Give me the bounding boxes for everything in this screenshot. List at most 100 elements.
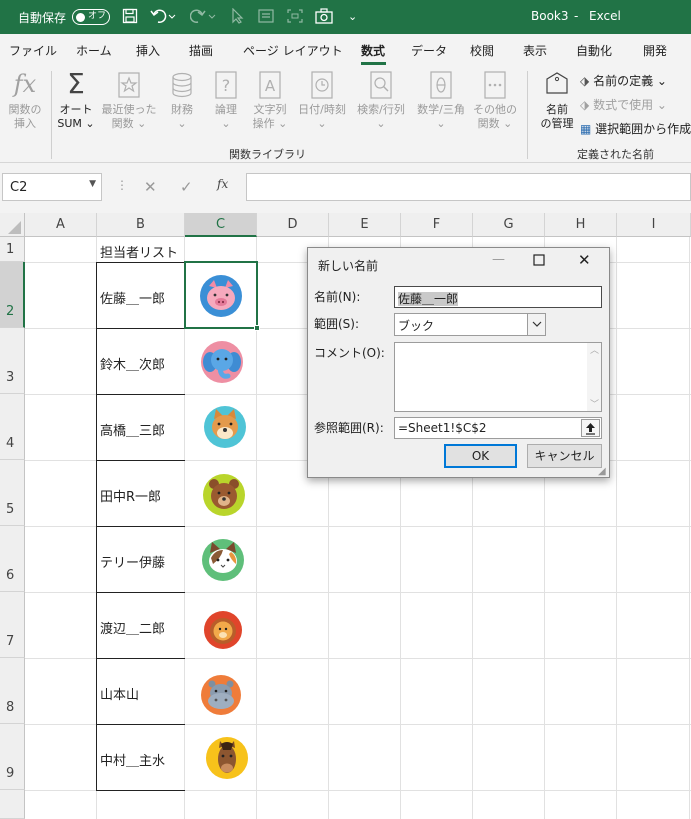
- column-header-f[interactable]: F: [401, 213, 473, 237]
- select-all-corner[interactable]: [0, 213, 25, 237]
- scroll-down-icon[interactable]: ﹀: [590, 397, 599, 410]
- use-in-formula-button[interactable]: ⬗ 数式で使用 ⌄: [580, 96, 667, 113]
- recent-functions-button[interactable]: 最近使った 関数 ⌄: [100, 69, 158, 131]
- cell-b4[interactable]: 高橋＿三郎: [100, 420, 165, 439]
- lion-icon[interactable]: [203, 610, 243, 650]
- datetime-button[interactable]: 日付/時刻 ⌄: [294, 69, 350, 131]
- shiba-dog-icon[interactable]: [203, 405, 247, 449]
- logical-button[interactable]: ? 論理 ⌄: [206, 69, 246, 131]
- hippo-icon[interactable]: [200, 674, 242, 716]
- cancel-button[interactable]: キャンセル: [527, 444, 602, 468]
- app-name: Excel: [589, 9, 621, 23]
- row-header-2[interactable]: 2: [0, 262, 25, 328]
- cell-b2[interactable]: 佐藤＿一郎: [100, 288, 165, 307]
- group-label-function-library: 関数ライブラリ: [229, 148, 306, 161]
- cell-b8[interactable]: 山本山: [100, 684, 139, 703]
- cell-b6[interactable]: テリー伊藤: [100, 552, 165, 571]
- fill-handle[interactable]: [254, 325, 260, 331]
- horse-icon[interactable]: [205, 736, 249, 780]
- scroll-up-icon[interactable]: ︿: [590, 343, 599, 356]
- tab-home[interactable]: ホーム: [76, 42, 112, 59]
- calico-cat-icon[interactable]: [201, 538, 245, 582]
- redo-icon[interactable]: [189, 8, 216, 29]
- chevron-down-icon[interactable]: [527, 314, 545, 335]
- math-button[interactable]: 数学/三角 ⌄: [412, 69, 470, 131]
- row-header-1[interactable]: 1: [0, 237, 25, 262]
- undo-icon[interactable]: [150, 8, 176, 29]
- pointer-icon[interactable]: [230, 7, 244, 29]
- insert-function-icon[interactable]: fx: [217, 177, 228, 191]
- create-from-selection-button[interactable]: ▦ 選択範囲から作成: [580, 120, 691, 137]
- text-functions-button[interactable]: A 文字列 操作 ⌄: [248, 69, 292, 131]
- row-header-10[interactable]: [0, 790, 25, 819]
- screenshot-icon[interactable]: [286, 8, 304, 29]
- column-header-d[interactable]: D: [257, 213, 329, 237]
- tab-developer[interactable]: 開発: [643, 42, 667, 59]
- row-header-7[interactable]: 7: [0, 592, 25, 658]
- name-box-value: C2: [10, 180, 28, 195]
- name-manager-button[interactable]: 名前 の管理: [534, 69, 580, 131]
- selected-cell-c2[interactable]: [184, 261, 258, 329]
- qat-customize-icon[interactable]: ⌄: [348, 8, 357, 26]
- more-functions-button[interactable]: その他の 関数 ⌄: [472, 69, 518, 131]
- row-header-6[interactable]: 6: [0, 526, 25, 592]
- tab-review[interactable]: 校閲: [470, 42, 494, 59]
- column-header-h[interactable]: H: [545, 213, 617, 237]
- tab-formulas[interactable]: 数式: [361, 42, 385, 59]
- formula-input[interactable]: [246, 173, 691, 201]
- minimize-icon[interactable]: —: [492, 252, 505, 267]
- define-name-button[interactable]: ⬗ 名前の定義 ⌄: [580, 72, 667, 89]
- check-icon[interactable]: ✓: [180, 178, 193, 196]
- column-header-a[interactable]: A: [25, 213, 97, 237]
- maximize-icon[interactable]: [533, 254, 545, 270]
- cell-b9[interactable]: 中村＿主水: [100, 750, 165, 769]
- cell-b7[interactable]: 渡辺＿二郎: [100, 618, 165, 637]
- ok-button[interactable]: OK: [444, 444, 517, 468]
- scope-label: 範囲(S):: [314, 317, 360, 331]
- collapse-dialog-icon[interactable]: [581, 419, 600, 437]
- save-icon[interactable]: [122, 8, 138, 29]
- cancel-icon[interactable]: ✕: [144, 178, 157, 196]
- tab-automate[interactable]: 自動化: [576, 42, 612, 59]
- column-header-c[interactable]: C: [185, 213, 257, 237]
- tab-draw[interactable]: 描画: [189, 42, 213, 59]
- scope-select[interactable]: ブック: [394, 313, 546, 336]
- row-header-9[interactable]: 9: [0, 724, 25, 790]
- form-icon[interactable]: [258, 8, 276, 29]
- tab-insert[interactable]: 挿入: [136, 42, 160, 59]
- row-header-5[interactable]: 5: [0, 460, 25, 526]
- financial-button[interactable]: 財務 ⌄: [162, 69, 202, 131]
- column-header-g[interactable]: G: [473, 213, 545, 237]
- comment-scrollbar[interactable]: ︿ ﹀: [587, 343, 601, 411]
- autosum-button[interactable]: Σ オート SUM ⌄: [54, 69, 98, 131]
- resize-grip-icon[interactable]: ◢: [598, 466, 606, 477]
- bear-icon[interactable]: [202, 473, 246, 517]
- chevron-down-icon[interactable]: ▼: [89, 179, 96, 189]
- cell-b1[interactable]: 担当者リスト: [100, 242, 178, 261]
- autosave-toggle[interactable]: オフ: [72, 9, 110, 25]
- row-header-3[interactable]: 3: [0, 328, 25, 394]
- cell-b5[interactable]: 田中R一郎: [100, 486, 161, 505]
- name-box[interactable]: C2 ▼: [2, 173, 102, 201]
- tab-file[interactable]: ファイル: [9, 42, 57, 59]
- lookup-button[interactable]: 検索/行列 ⌄: [352, 69, 410, 131]
- refers-to-input[interactable]: =Sheet1!$C$2: [394, 417, 602, 439]
- use-in-formula-label: 数式で使用 ⌄: [593, 98, 667, 112]
- insert-function-button[interactable]: fx 関数の 挿入: [4, 69, 46, 131]
- column-header-b[interactable]: B: [97, 213, 185, 237]
- elephant-icon[interactable]: [200, 340, 244, 384]
- name-input[interactable]: 佐藤＿一郎: [394, 286, 602, 308]
- row-header-8[interactable]: 8: [0, 658, 25, 724]
- row-header-4[interactable]: 4: [0, 394, 25, 460]
- column-header-e[interactable]: E: [329, 213, 401, 237]
- formula-small-icon: ⬗: [580, 98, 590, 112]
- tab-data[interactable]: データ: [411, 42, 447, 59]
- cell-b3[interactable]: 鈴木＿次郎: [100, 354, 165, 373]
- camera-icon[interactable]: [315, 8, 335, 29]
- comment-textarea[interactable]: ︿ ﹀: [394, 342, 602, 412]
- column-header-i[interactable]: I: [617, 213, 691, 237]
- tab-view[interactable]: 表示: [523, 42, 547, 59]
- close-icon[interactable]: ✕: [578, 251, 591, 269]
- question-book-icon: ?: [210, 69, 242, 101]
- tab-page-layout[interactable]: ページ レイアウト: [243, 42, 343, 59]
